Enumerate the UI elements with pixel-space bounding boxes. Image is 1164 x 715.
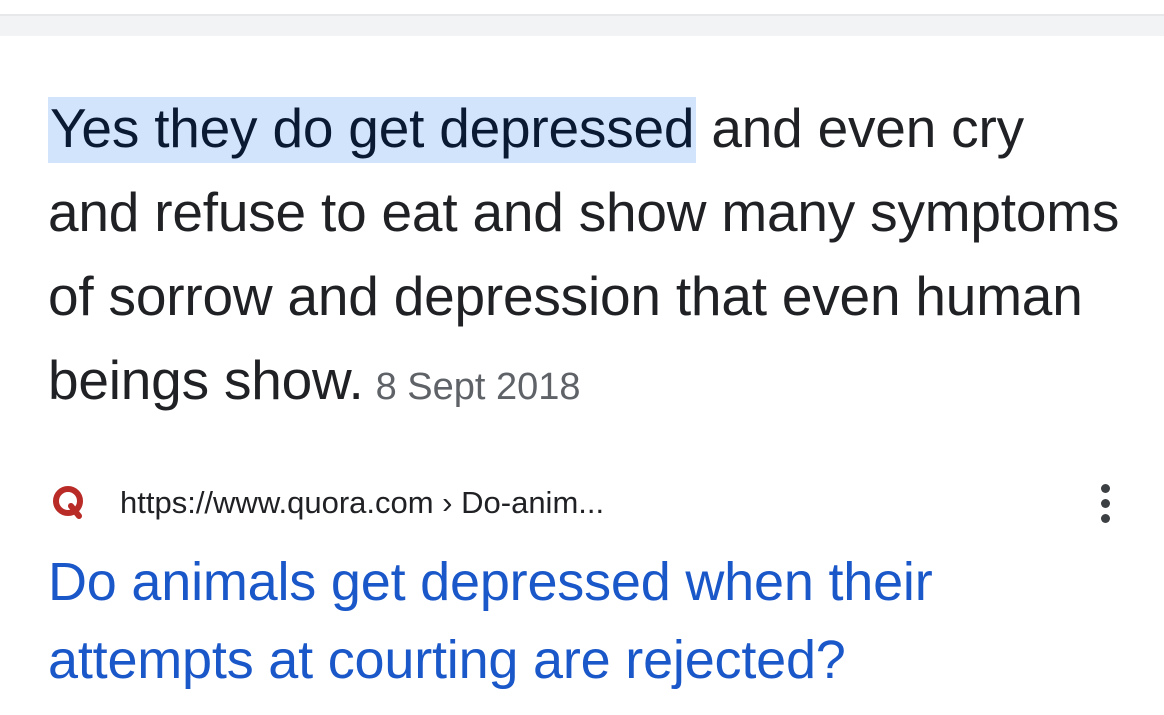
source-row[interactable]: https://www.quora.com › Do-anim... — [48, 476, 1128, 530]
search-result-page: Yes they do get depressed and even cry a… — [0, 0, 1164, 715]
more-vert-dot — [1100, 513, 1110, 523]
quora-q-icon — [52, 485, 86, 519]
more-vert-dot — [1100, 498, 1110, 508]
top-band — [0, 0, 1164, 14]
source-url[interactable]: https://www.quora.com › Do-anim... — [120, 484, 604, 522]
featured-snippet-text: Yes they do get depressed and even cry a… — [48, 86, 1128, 429]
snippet-date: 8 Sept 2018 — [375, 366, 581, 408]
more-vert-icon — [1100, 483, 1110, 493]
result-title-link[interactable]: Do animals get depressed when their atte… — [48, 543, 1128, 699]
snippet-highlight: Yes they do get depressed — [48, 97, 697, 163]
more-options-button[interactable] — [1086, 476, 1124, 530]
section-divider — [0, 14, 1164, 36]
featured-snippet-card: Yes they do get depressed and even cry a… — [0, 36, 1164, 715]
